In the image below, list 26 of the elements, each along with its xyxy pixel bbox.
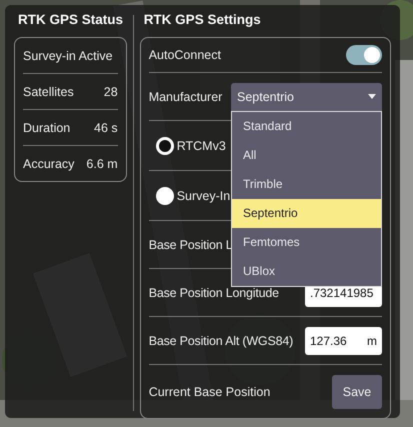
caret-icon xyxy=(368,94,376,99)
status-value: 6.6 m xyxy=(86,156,118,170)
dropdown-option[interactable]: All xyxy=(232,140,381,170)
panel-title: RTK GPS Settings xyxy=(142,11,261,29)
status-label: Survey-in Active xyxy=(23,48,113,62)
dropdown-option[interactable]: Septentrio xyxy=(232,198,381,228)
status-value: 28 xyxy=(104,84,118,98)
manufacturer-select[interactable]: Septentrio xyxy=(231,82,382,110)
dropdown-option[interactable]: Femtomes xyxy=(232,228,381,256)
status-label: Satellites xyxy=(23,84,74,98)
status-label: Accuracy xyxy=(23,156,74,170)
field-label: Current Base Position xyxy=(148,384,270,398)
field-label: Base Position Longitude xyxy=(148,286,279,300)
setting-label: AutoConnect xyxy=(148,48,221,62)
dropdown-option[interactable]: Trimble xyxy=(232,170,381,198)
protocol-radio[interactable]: Survey-In xyxy=(148,186,230,204)
dropdown-option[interactable]: Standard xyxy=(232,112,381,140)
status-label: Duration xyxy=(23,120,70,134)
panel-title: RTK GPS Status xyxy=(17,11,124,29)
save-button[interactable]: Save xyxy=(332,374,382,408)
status-value: 46 s xyxy=(94,120,118,134)
protocol-radio[interactable]: RTCMv3 xyxy=(148,136,226,154)
setting-label: Manufacturer xyxy=(148,90,222,104)
autoconnect-toggle[interactable] xyxy=(346,45,382,65)
field-label: Base Position Alt (WGS84) xyxy=(148,334,294,348)
input-field[interactable]: 127.36 m xyxy=(305,326,382,354)
